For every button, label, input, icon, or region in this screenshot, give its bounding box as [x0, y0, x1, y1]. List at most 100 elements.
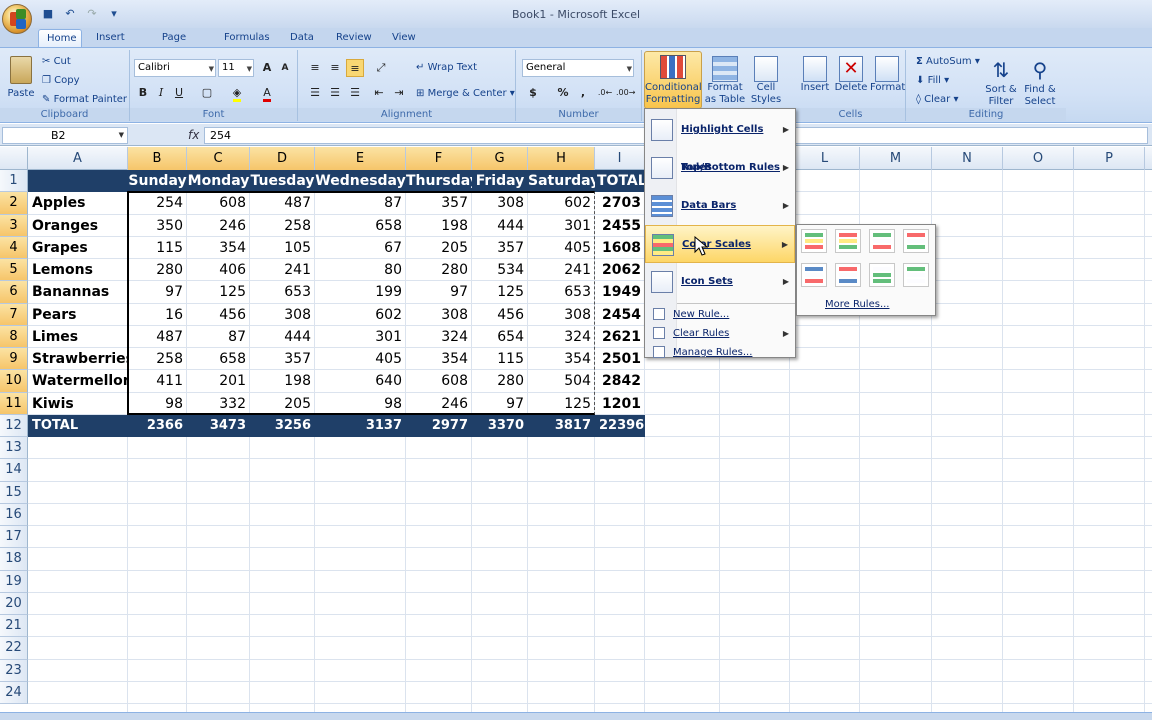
align-left-icon[interactable]: ☰ — [306, 84, 324, 102]
value-cell[interactable]: 115 — [472, 348, 528, 370]
value-cell[interactable]: 301 — [528, 215, 595, 237]
format-as-table-button[interactable]: Format as Table — [704, 56, 746, 106]
align-right-icon[interactable]: ☰ — [346, 84, 364, 102]
total-row-cell[interactable]: 3370 — [472, 414, 528, 437]
value-cell[interactable]: 280 — [472, 370, 528, 392]
decrease-decimal-icon[interactable]: .00→ — [616, 84, 635, 102]
value-cell[interactable]: 125 — [472, 281, 528, 303]
fruit-name-cell[interactable]: Oranges — [28, 215, 128, 237]
value-cell[interactable]: 201 — [187, 370, 250, 392]
value-cell[interactable]: 2062 — [595, 259, 645, 281]
value-cell[interactable]: 608 — [187, 192, 250, 214]
value-cell[interactable]: 125 — [187, 281, 250, 303]
row-header-10[interactable]: 10 — [0, 370, 28, 393]
value-cell[interactable]: 406 — [187, 259, 250, 281]
value-cell[interactable]: 357 — [406, 192, 472, 214]
value-cell[interactable]: 444 — [250, 326, 315, 348]
row-header-16[interactable]: 16 — [0, 503, 28, 526]
fruit-name-cell[interactable]: Pears — [28, 304, 128, 326]
merge-center-button[interactable]: ⊞ Merge & Center ▾ — [416, 88, 515, 100]
value-cell[interactable]: 67 — [315, 237, 406, 259]
value-cell[interactable]: 640 — [315, 370, 406, 392]
value-cell[interactable]: 411 — [128, 370, 187, 392]
percent-icon[interactable]: % — [554, 84, 572, 102]
value-cell[interactable]: 98 — [128, 393, 187, 415]
table-header-cell[interactable]: Tuesday — [250, 170, 315, 193]
format-painter-button[interactable]: ✎ Format Painter — [42, 94, 127, 106]
tab-view[interactable]: View — [384, 29, 422, 48]
column-header-F[interactable]: F — [406, 147, 472, 170]
table-header-cell[interactable]: Friday — [472, 170, 528, 193]
paste-button[interactable]: Paste — [6, 56, 36, 106]
table-header-cell[interactable]: Sunday — [128, 170, 187, 193]
value-cell[interactable]: 198 — [406, 215, 472, 237]
align-bottom-icon[interactable]: ≡ — [346, 59, 364, 77]
fruit-name-cell[interactable]: Banannas — [28, 281, 128, 303]
color-scale-swatch[interactable] — [869, 263, 895, 287]
value-cell[interactable]: 357 — [250, 348, 315, 370]
value-cell[interactable]: 487 — [250, 192, 315, 214]
row-header-9[interactable]: 9 — [0, 348, 28, 371]
value-cell[interactable]: 199 — [315, 281, 406, 303]
value-cell[interactable]: 301 — [315, 326, 406, 348]
value-cell[interactable]: 350 — [128, 215, 187, 237]
total-row-cell[interactable]: 3473 — [187, 414, 250, 437]
value-cell[interactable]: 2454 — [595, 304, 645, 326]
table-header-cell[interactable]: TOTAL — [595, 170, 645, 193]
value-cell[interactable]: 254 — [128, 192, 187, 214]
total-row-cell[interactable]: 3256 — [250, 414, 315, 437]
table-header-cell[interactable]: Monday — [187, 170, 250, 193]
copy-button[interactable]: ❐ Copy — [42, 75, 80, 87]
value-cell[interactable]: 97 — [472, 393, 528, 415]
color-scale-swatch[interactable] — [801, 263, 827, 287]
value-cell[interactable]: 354 — [406, 348, 472, 370]
cf-menu-item-new-rule-[interactable]: New Rule... — [645, 305, 795, 324]
find-select-button[interactable]: ⚲ Find & Select — [1020, 56, 1060, 108]
office-button[interactable] — [2, 4, 32, 34]
row-header-11[interactable]: 11 — [0, 392, 28, 415]
row-header-22[interactable]: 22 — [0, 637, 28, 660]
tab-formulas[interactable]: Formulas — [216, 29, 274, 48]
column-header-M[interactable]: M — [860, 147, 932, 170]
value-cell[interactable]: 608 — [406, 370, 472, 392]
value-cell[interactable]: 658 — [315, 215, 406, 237]
orientation-icon[interactable]: ⤢ — [372, 59, 390, 77]
insert-cells-button[interactable]: Insert — [798, 56, 832, 94]
fruit-name-cell[interactable]: Limes — [28, 326, 128, 348]
clear-button[interactable]: ◊ Clear ▾ — [916, 94, 959, 106]
value-cell[interactable]: 324 — [528, 326, 595, 348]
worksheet-grid[interactable]: ABCDEFGHIJKLMNOP SundayMondayTuesdayWedn… — [0, 147, 1152, 720]
fruit-name-cell[interactable]: Kiwis — [28, 393, 128, 415]
value-cell[interactable]: 405 — [315, 348, 406, 370]
row-header-15[interactable]: 15 — [0, 481, 28, 504]
tab-home[interactable]: Home — [38, 29, 82, 48]
value-cell[interactable]: 504 — [528, 370, 595, 392]
value-cell[interactable]: 1201 — [595, 393, 645, 415]
borders-icon[interactable]: ▢ — [198, 84, 216, 102]
column-header-L[interactable]: L — [790, 147, 860, 170]
column-header-D[interactable]: D — [250, 147, 315, 170]
row-header-8[interactable]: 8 — [0, 325, 28, 348]
column-header-H[interactable]: H — [528, 147, 595, 170]
value-cell[interactable]: 280 — [128, 259, 187, 281]
value-cell[interactable]: 1608 — [595, 237, 645, 259]
total-row-cell[interactable]: 3817 — [528, 414, 595, 437]
fill-color-icon[interactable]: ◈ — [228, 84, 246, 102]
underline-icon[interactable]: U — [170, 84, 188, 102]
row-header-21[interactable]: 21 — [0, 615, 28, 638]
italic-icon[interactable]: I — [152, 84, 170, 102]
table-header-cell[interactable]: Saturday — [528, 170, 595, 193]
value-cell[interactable]: 444 — [472, 215, 528, 237]
column-header-G[interactable]: G — [472, 147, 528, 170]
column-header-P[interactable]: P — [1074, 147, 1145, 170]
value-cell[interactable]: 324 — [406, 326, 472, 348]
total-row-cell[interactable]: TOTAL — [28, 414, 128, 437]
fruit-name-cell[interactable]: Watermellon — [28, 370, 128, 392]
column-header-N[interactable]: N — [932, 147, 1003, 170]
bold-icon[interactable]: B — [134, 84, 152, 102]
value-cell[interactable]: 308 — [406, 304, 472, 326]
grow-font-icon[interactable]: A — [258, 59, 276, 77]
cf-menu-item-icon-sets[interactable]: Icon Sets ▶ — [645, 263, 795, 301]
column-header-A[interactable]: A — [28, 147, 128, 170]
more-rules-link[interactable]: More Rules... — [825, 299, 889, 310]
